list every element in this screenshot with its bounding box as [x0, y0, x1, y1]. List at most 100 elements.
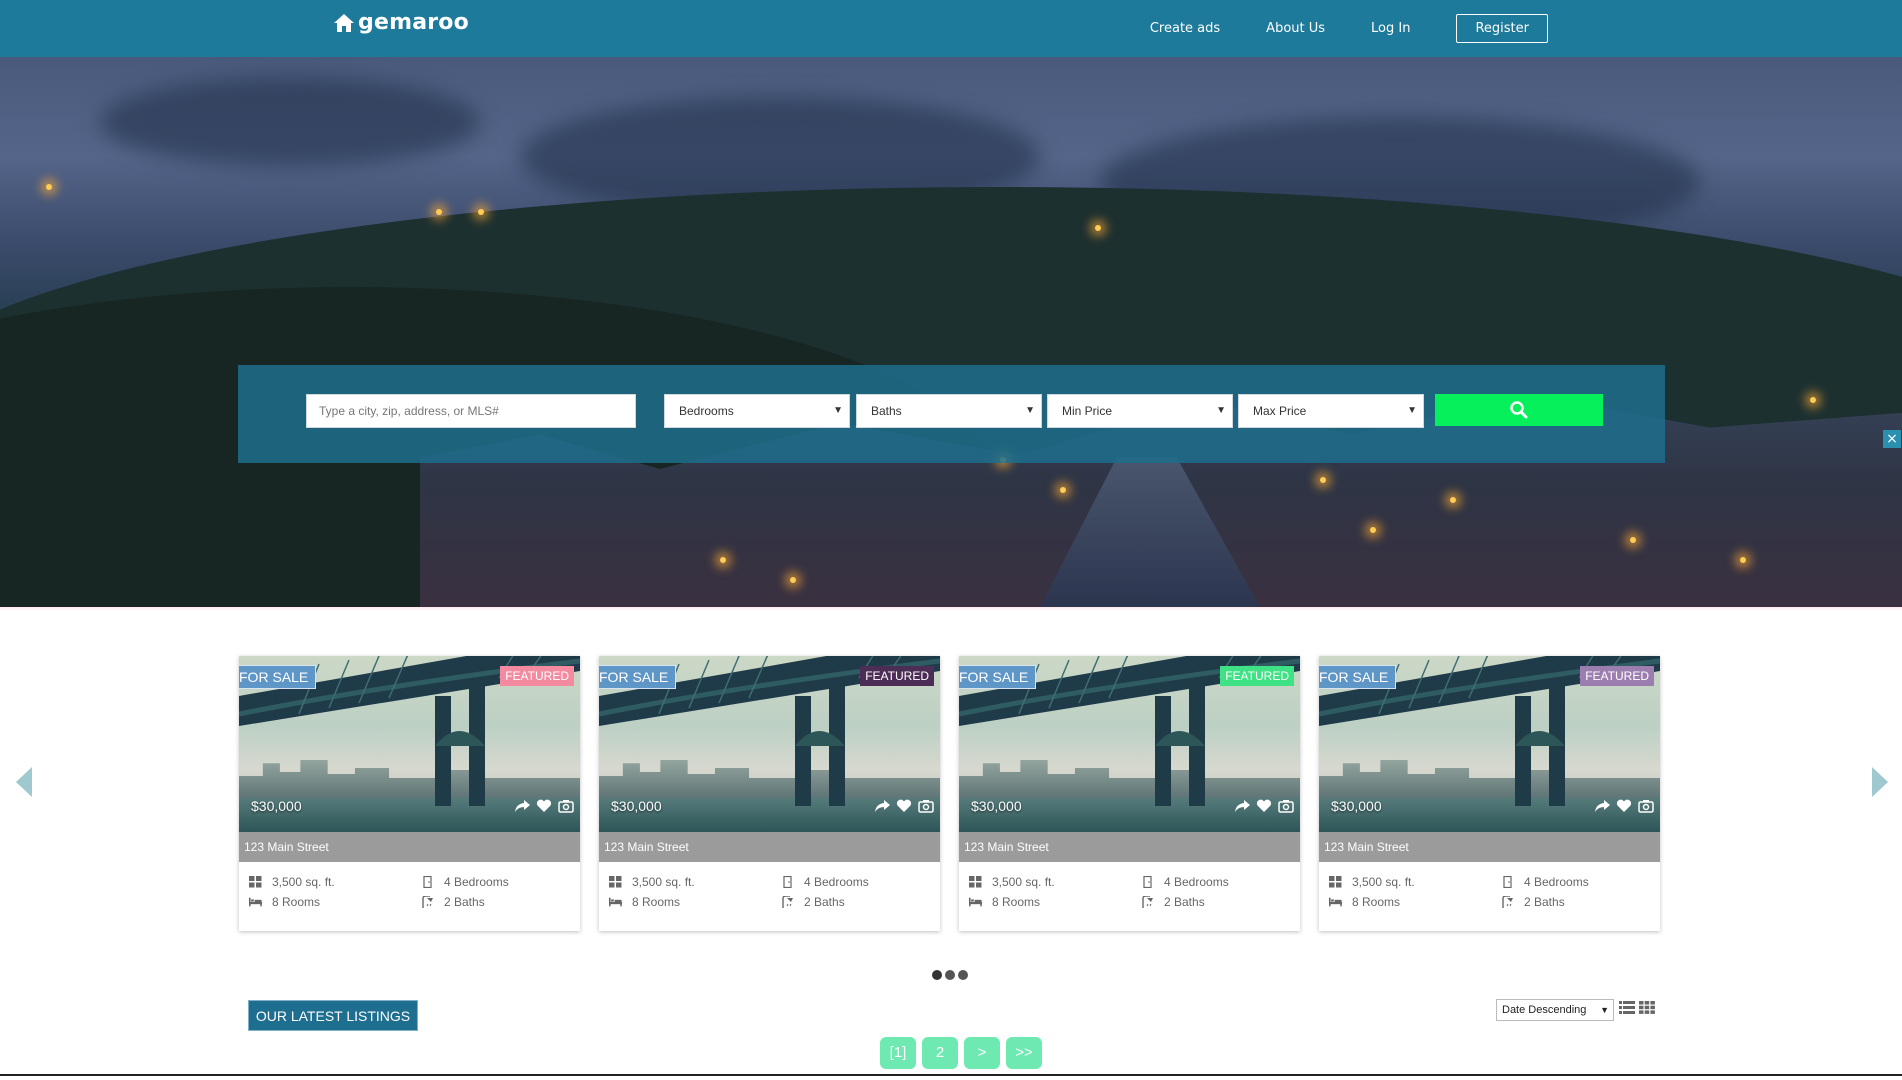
sort-select[interactable]: Date Descending ▼ [1496, 999, 1614, 1021]
min-price-select-label: Min Price [1062, 404, 1113, 418]
for-sale-badge: FOR SALE [599, 665, 677, 689]
bed-icon [969, 897, 982, 907]
camera-icon[interactable] [918, 799, 934, 813]
next-page-button[interactable]: > [964, 1037, 1000, 1069]
stat-bedrooms: 4 Bedrooms [421, 875, 509, 889]
hero-divider [0, 607, 1902, 611]
bedrooms-select[interactable]: Bedrooms ▼ [664, 394, 850, 428]
carousel-prev-arrow-icon[interactable] [16, 767, 32, 797]
search-icon [1510, 401, 1528, 419]
register-button[interactable]: Register [1456, 14, 1548, 43]
stat-rooms: 8 Rooms [1329, 895, 1400, 909]
sort-select-label: Date Descending [1502, 1004, 1587, 1016]
nav-create-ads[interactable]: Create ads [1150, 21, 1220, 36]
baths-select[interactable]: Baths ▼ [856, 394, 1042, 428]
listing-photo[interactable]: FOR SALE FEATURED $30,000 [599, 656, 940, 832]
share-icon[interactable] [1234, 799, 1250, 813]
share-icon[interactable] [1594, 799, 1610, 813]
camera-icon[interactable] [558, 799, 574, 813]
nav-log-in[interactable]: Log In [1371, 21, 1410, 36]
listing-address[interactable]: 123 Main Street [239, 832, 580, 862]
share-icon[interactable] [514, 799, 530, 813]
stat-bedrooms: 4 Bedrooms [1141, 875, 1229, 889]
page-1-button[interactable]: [1] [880, 1037, 916, 1069]
bed-icon [249, 897, 262, 907]
listing-photo[interactable]: FOR SALE FEATURED $30,000 [239, 656, 580, 832]
nav-about-us[interactable]: About Us [1266, 21, 1325, 36]
listing-address[interactable]: 123 Main Street [1319, 832, 1660, 862]
home-icon [334, 13, 354, 32]
dropdown-arrow-icon: ▼ [833, 405, 843, 416]
hero-banner: Type a city, zip, address, or MLS# Bedro… [0, 57, 1902, 607]
heart-icon[interactable] [536, 799, 552, 813]
baths-select-label: Baths [871, 404, 902, 418]
stat-rooms: 8 Rooms [609, 895, 680, 909]
heart-icon[interactable] [1616, 799, 1632, 813]
camera-icon[interactable] [1638, 799, 1654, 813]
for-sale-badge: FOR SALE [959, 665, 1037, 689]
listing-price: $30,000 [251, 798, 302, 814]
card-actions [1234, 799, 1294, 813]
brand-name: gemaroo [358, 10, 469, 35]
stat-sqft: 3,500 sq. ft. [969, 875, 1055, 889]
min-price-select[interactable]: Min Price ▼ [1047, 394, 1233, 428]
shower-icon [422, 896, 433, 908]
listing-photo[interactable]: FOR SALE FEATURED $30,000 [1319, 656, 1660, 832]
for-sale-badge: FOR SALE [1319, 665, 1397, 689]
location-search-input[interactable]: Type a city, zip, address, or MLS# [306, 394, 636, 428]
list-view-icon[interactable] [1619, 1001, 1635, 1014]
stat-sqft: 3,500 sq. ft. [249, 875, 335, 889]
max-price-select-label: Max Price [1253, 404, 1307, 418]
heart-icon[interactable] [1256, 799, 1272, 813]
share-icon[interactable] [874, 799, 890, 813]
page-2-button[interactable]: 2 [922, 1037, 958, 1069]
listing-price: $30,000 [971, 798, 1022, 814]
camera-icon[interactable] [1278, 799, 1294, 813]
featured-badge: FEATURED [1580, 666, 1654, 686]
bottom-divider [0, 1074, 1902, 1076]
search-button[interactable] [1435, 394, 1603, 426]
grid-area-icon [969, 876, 982, 888]
stat-sqft: 3,500 sq. ft. [1329, 875, 1415, 889]
stat-baths: 2 Baths [1501, 895, 1565, 909]
search-panel: Type a city, zip, address, or MLS# Bedro… [238, 365, 1665, 463]
shower-icon [782, 896, 793, 908]
door-icon [783, 876, 792, 888]
card-actions [1594, 799, 1654, 813]
carousel-dots [932, 970, 968, 980]
brand-logo[interactable]: gemaroo [332, 10, 469, 35]
bedrooms-select-label: Bedrooms [679, 404, 734, 418]
listing-photo[interactable]: FOR SALE FEATURED $30,000 [959, 656, 1300, 832]
carousel-next-arrow-icon[interactable] [1872, 767, 1888, 797]
card-actions [874, 799, 934, 813]
listing-card[interactable]: FOR SALE FEATURED $30,000 123 Main Stree… [599, 656, 940, 931]
card-actions [514, 799, 574, 813]
stat-bedrooms: 4 Bedrooms [1501, 875, 1589, 889]
listing-card[interactable]: FOR SALE FEATURED $30,000 123 Main Stree… [959, 656, 1300, 931]
nav-links: Create ads About Us Log In Register [1104, 0, 1902, 57]
carousel-dot[interactable] [945, 970, 955, 980]
door-icon [423, 876, 432, 888]
stat-baths: 2 Baths [781, 895, 845, 909]
max-price-select[interactable]: Max Price ▼ [1238, 394, 1424, 428]
listing-address[interactable]: 123 Main Street [959, 832, 1300, 862]
dropdown-arrow-icon: ▼ [1216, 405, 1226, 416]
grid-view-icon[interactable] [1639, 1001, 1655, 1014]
listing-price: $30,000 [1331, 798, 1382, 814]
carousel-dot[interactable] [932, 970, 942, 980]
listing-price: $30,000 [611, 798, 662, 814]
heart-icon[interactable] [896, 799, 912, 813]
stat-baths: 2 Baths [421, 895, 485, 909]
stat-rooms: 8 Rooms [969, 895, 1040, 909]
carousel-dot[interactable] [958, 970, 968, 980]
featured-badge: FEATURED [1220, 666, 1294, 686]
listing-card[interactable]: FOR SALE FEATURED $30,000 123 Main Stree… [239, 656, 580, 931]
last-page-button[interactable]: >> [1006, 1037, 1042, 1069]
stat-sqft: 3,500 sq. ft. [609, 875, 695, 889]
latest-listings-heading: OUR LATEST LISTINGS [248, 1000, 418, 1031]
listing-card[interactable]: FOR SALE FEATURED $30,000 123 Main Stree… [1319, 656, 1660, 931]
grid-area-icon [609, 876, 622, 888]
listing-address[interactable]: 123 Main Street [599, 832, 940, 862]
close-icon[interactable]: × [1883, 430, 1901, 448]
grid-area-icon [1329, 876, 1342, 888]
